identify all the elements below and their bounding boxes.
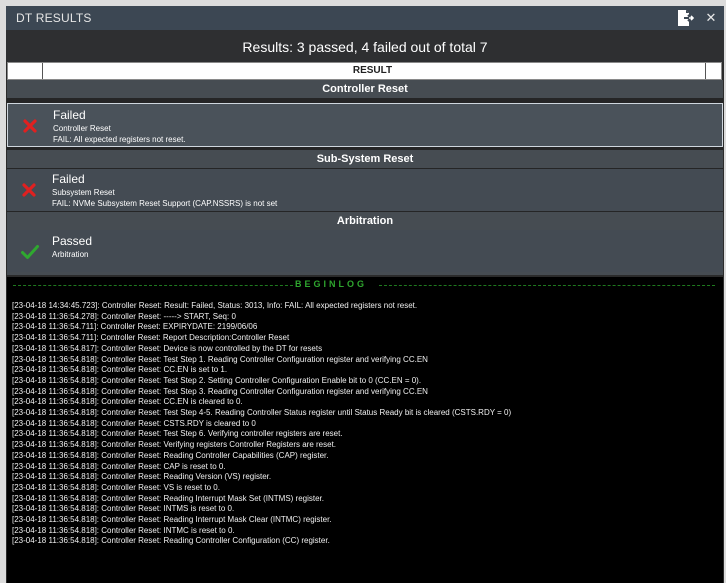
- result-name: Arbitration: [52, 250, 89, 259]
- log-line: [23-04-18 11:36:54.818]: Controller Rese…: [12, 482, 220, 492]
- result-name: Controller Reset: [53, 124, 111, 133]
- log-line: [23-04-18 11:36:54.818]: Controller Rese…: [12, 418, 256, 428]
- log-begin-marker: BEGINLOG: [7, 279, 723, 291]
- log-panel[interactable]: BEGINLOG [23-04-18 14:34:45.723]: Contro…: [7, 277, 723, 583]
- fail-x-icon: [21, 182, 37, 198]
- result-info: FAIL: All expected registers not reset.: [53, 135, 186, 144]
- log-line: [23-04-18 11:36:54.817]: Controller Rese…: [12, 343, 323, 353]
- export-icon[interactable]: [676, 9, 695, 27]
- log-line: [23-04-18 11:36:54.711]: Controller Rese…: [12, 322, 258, 332]
- title-bar: DT RESULTS ✕: [6, 6, 724, 30]
- log-line: [23-04-18 11:36:54.818]: Controller Rese…: [12, 472, 272, 482]
- group-header-arbitration: Arbitration: [7, 212, 723, 230]
- summary-text: Results: 3 passed, 4 failed out of total…: [242, 39, 488, 55]
- result-row-arbitration[interactable]: Passed Arbitration: [7, 230, 723, 272]
- log-line: [23-04-18 11:36:54.818]: Controller Rese…: [12, 515, 332, 525]
- log-divider: [13, 285, 293, 286]
- result-row-subsystem-reset[interactable]: Failed Subsystem Reset FAIL: NVMe Subsys…: [7, 169, 723, 211]
- result-row-controller-reset[interactable]: Failed Controller Reset FAIL: All expect…: [7, 103, 723, 147]
- log-line: [23-04-18 11:36:54.818]: Controller Rese…: [12, 365, 228, 375]
- window-title: DT RESULTS: [16, 11, 92, 25]
- log-line: [23-04-18 11:36:54.818]: Controller Rese…: [12, 386, 428, 396]
- log-line: [23-04-18 11:36:54.818]: Controller Rese…: [12, 536, 330, 546]
- log-divider: [379, 285, 715, 286]
- result-status: Failed: [52, 172, 85, 186]
- results-summary: Results: 3 passed, 4 failed out of total…: [6, 30, 724, 62]
- next-group-header-partial: [7, 272, 723, 275]
- log-line: [23-04-18 11:36:54.818]: Controller Rese…: [12, 504, 235, 514]
- result-status: Failed: [53, 108, 86, 122]
- log-line: [23-04-18 11:36:54.818]: Controller Rese…: [12, 450, 329, 460]
- log-line: [23-04-18 11:36:54.278]: Controller Rese…: [12, 311, 236, 321]
- log-line: [23-04-18 11:36:54.818]: Controller Rese…: [12, 397, 243, 407]
- dt-results-window: DT RESULTS ✕ Results: 3 passed, 4 failed…: [6, 6, 724, 583]
- log-line: [23-04-18 11:36:54.818]: Controller Rese…: [12, 354, 428, 364]
- log-line: [23-04-18 11:36:54.818]: Controller Rese…: [12, 493, 324, 503]
- group-header-sub-system-reset: Sub-System Reset: [7, 150, 723, 168]
- log-line: [23-04-18 11:36:54.711]: Controller Rese…: [12, 333, 290, 343]
- log-line: [23-04-18 11:36:54.818]: Controller Rese…: [12, 408, 512, 418]
- log-line: [23-04-18 11:36:54.818]: Controller Rese…: [12, 461, 226, 471]
- log-line: [23-04-18 11:36:54.818]: Controller Rese…: [12, 429, 343, 439]
- log-line: [23-04-18 14:34:45.723]: Controller Rese…: [12, 301, 418, 310]
- header-divider[interactable]: [705, 63, 706, 79]
- result-status: Passed: [52, 234, 93, 248]
- table-header: RESULT: [7, 62, 722, 80]
- fail-x-icon: [22, 118, 38, 134]
- result-name: Subsystem Reset: [52, 188, 115, 197]
- log-line: [23-04-18 11:36:54.818]: Controller Rese…: [12, 440, 337, 450]
- results-list: Controller Reset Failed Controller Reset…: [7, 80, 723, 275]
- pass-check-icon: [21, 244, 39, 260]
- result-info: FAIL: NVMe Subsystem Reset Support (CAP.…: [52, 199, 278, 208]
- log-line: [23-04-18 11:36:54.818]: Controller Rese…: [12, 525, 235, 535]
- close-button[interactable]: ✕: [703, 9, 719, 27]
- group-header-controller-reset: Controller Reset: [7, 80, 723, 98]
- log-begin-label: BEGINLOG: [295, 279, 368, 289]
- log-line: [23-04-18 11:36:54.818]: Controller Rese…: [12, 375, 422, 385]
- header-divider[interactable]: [42, 63, 43, 79]
- result-column-header[interactable]: RESULT: [44, 65, 701, 76]
- log-lines: [23-04-18 14:34:45.723]: Controller Rese…: [12, 301, 720, 547]
